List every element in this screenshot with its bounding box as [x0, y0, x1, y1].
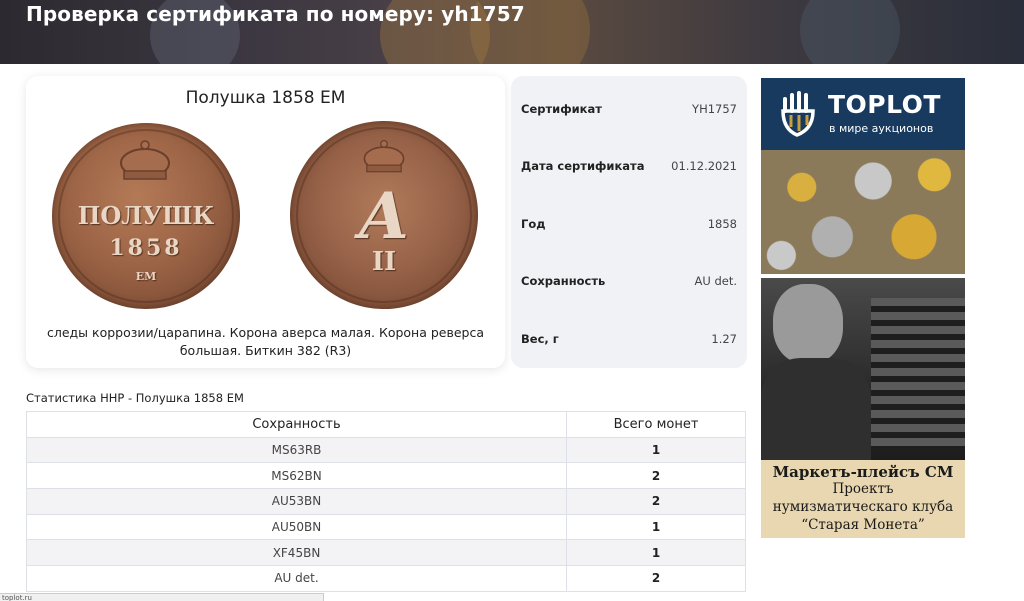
portrait-figure: [773, 284, 843, 364]
toplot-logo-icon: [781, 91, 815, 137]
info-row: Сертификат YH1757: [521, 102, 737, 122]
table-row: MS62BN 2: [26, 462, 746, 490]
coin-description: следы коррозии/царапина. Корона аверса м…: [46, 325, 485, 358]
market-ad-line: “Старая Монета”: [801, 517, 925, 533]
page-header: Проверка сертификата по номеру: yh1757: [0, 0, 1024, 64]
info-label: Вес, г: [521, 332, 559, 346]
table-row: AU53BN 2: [26, 488, 746, 515]
count-cell: 1: [566, 513, 746, 541]
obverse-legend: ПОЛУШК: [77, 201, 215, 230]
info-label: Дата сертификата: [521, 159, 645, 173]
info-label: Сертификат: [521, 102, 602, 116]
stats-title: Статистика ННР - Полушка 1858 ЕМ: [26, 391, 244, 405]
market-ad-caption[interactable]: Маркетъ-плейсъ СМ Проектъ нумизматическа…: [761, 460, 965, 538]
count-cell: 2: [566, 488, 746, 515]
grade-cell: AU53BN: [26, 488, 567, 515]
grade-cell: AU50BN: [26, 513, 567, 541]
obverse-year: 1858: [109, 235, 183, 261]
info-value: YH1757: [692, 102, 737, 116]
certificate-info-panel: Сертификат YH1757 Дата сертификата 01.12…: [511, 76, 747, 368]
info-row: Год 1858: [521, 217, 737, 237]
table-row: XF45BN 1: [26, 539, 746, 567]
info-label: Сохранность: [521, 274, 606, 288]
info-row: Дата сертификата 01.12.2021: [521, 159, 737, 179]
table-header-row: Сохранность Всего монет: [26, 411, 746, 438]
grading-stats-table: Сохранность Всего монет MS63RB 1 MS62BN …: [26, 411, 746, 592]
market-ad-line: нумизматическаго клуба: [772, 499, 954, 515]
coin-cabinet: [871, 298, 965, 448]
count-cell: 1: [566, 436, 746, 464]
count-cell: 1: [566, 539, 746, 567]
grade-cell: MS63RB: [26, 436, 567, 464]
obverse-mint: ЕМ: [135, 270, 157, 283]
header-coin-decoration: [800, 0, 900, 64]
market-ad-line: Проектъ: [832, 481, 894, 497]
reverse-numeral: II: [371, 247, 397, 277]
info-row: Вес, г 1.27: [521, 332, 737, 352]
market-ad-title: Маркетъ-плейсъ СМ: [772, 463, 954, 481]
table-row: AU det. 2: [26, 565, 746, 592]
info-value: AU det.: [694, 274, 737, 288]
toplot-tagline: в мире аукционов: [829, 122, 934, 135]
info-value: 01.12.2021: [671, 159, 737, 173]
coins-collage-image[interactable]: [761, 150, 965, 274]
reverse-monogram: А: [357, 179, 411, 254]
count-cell: 2: [566, 565, 746, 592]
toplot-ad-banner[interactable]: TOPLOT в мире аукционов: [761, 78, 965, 150]
info-label: Год: [521, 217, 546, 231]
coin-card: Полушка 1858 ЕМ ПОЛУШК 1858 ЕМ А II след…: [26, 76, 505, 368]
market-ad-photo[interactable]: [761, 278, 965, 460]
crown-icon: [120, 140, 170, 180]
browser-status-url: toplot.ru: [0, 593, 324, 601]
count-cell: 2: [566, 462, 746, 490]
info-value: 1858: [707, 217, 737, 231]
portrait-figure: [761, 358, 871, 460]
grade-cell: MS62BN: [26, 462, 567, 490]
column-header-grade: Сохранность: [26, 411, 567, 438]
table-row: MS63RB 1: [26, 436, 746, 464]
grade-cell: XF45BN: [26, 539, 567, 567]
page-title: Проверка сертификата по номеру: yh1757: [26, 2, 525, 26]
coin-obverse-image[interactable]: ПОЛУШК 1858 ЕМ: [52, 123, 240, 309]
column-header-count: Всего монет: [566, 411, 746, 438]
coin-reverse-image[interactable]: А II: [290, 121, 478, 309]
toplot-brand: TOPLOT: [828, 90, 941, 119]
coin-title: Полушка 1858 ЕМ: [185, 88, 346, 108]
info-row: Сохранность AU det.: [521, 274, 737, 294]
crown-icon: [363, 140, 405, 173]
table-row: AU50BN 1: [26, 513, 746, 541]
grade-cell: AU det.: [26, 565, 567, 592]
info-value: 1.27: [711, 332, 737, 346]
